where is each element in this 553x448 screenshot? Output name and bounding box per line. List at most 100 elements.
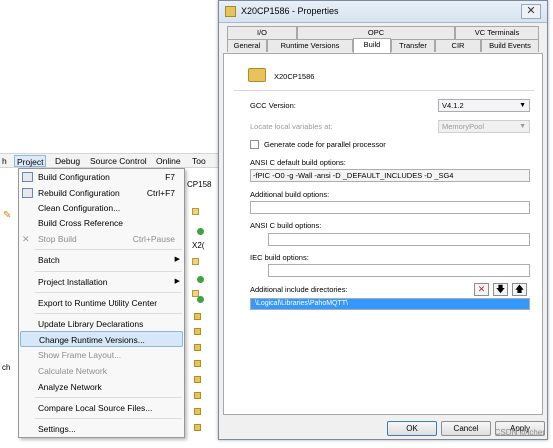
- menu-item-clean-configuration[interactable]: Clean Configuration...: [20, 200, 183, 216]
- additional-build-input[interactable]: [250, 201, 530, 214]
- include-dirs-label: Additional include directories:: [250, 285, 348, 294]
- delete-icon[interactable]: ✕: [474, 283, 489, 296]
- ide-window: h Project Debug Source Control Online To…: [0, 0, 218, 448]
- menu-item-label: Compare Local Source Files...: [38, 403, 153, 413]
- tree-status-dot-icon: [197, 228, 204, 235]
- tab-transfer[interactable]: Transfer: [391, 39, 435, 52]
- include-dir-item[interactable]: \Logical\Libraries\PahoMQTT\: [251, 299, 529, 309]
- menu-item-batch[interactable]: Batch ▶: [20, 252, 183, 268]
- include-dirs-list[interactable]: \Logical\Libraries\PahoMQTT\: [250, 298, 530, 310]
- menu-separator: [35, 292, 182, 293]
- menu-item-shortcut: Ctrl+F7: [146, 188, 175, 198]
- tab-build-events[interactable]: Build Events: [481, 39, 539, 52]
- arrow-up-icon[interactable]: 🡅: [512, 283, 527, 296]
- parallel-checkbox[interactable]: [250, 140, 259, 149]
- menu-item-build-cross-reference[interactable]: Build Cross Reference: [20, 215, 183, 231]
- tree-folder-icon: [194, 313, 201, 320]
- additional-build-label: Additional build options:: [250, 190, 330, 199]
- menu-item-settings[interactable]: Settings...: [20, 421, 183, 437]
- left-edge-text: ch: [2, 363, 11, 372]
- tree-folder-icon: [194, 344, 201, 351]
- menu-item-show-frame-layout[interactable]: Show Frame Layout...: [20, 347, 183, 363]
- tab-runtime-versions[interactable]: Runtime Versions: [267, 39, 353, 52]
- close-button[interactable]: ✕: [521, 4, 541, 19]
- menu-item-label: Rebuild Configuration: [38, 188, 120, 198]
- menu-item-label: Build Cross Reference: [38, 218, 124, 228]
- menubar-item-source-control[interactable]: Source Control: [88, 155, 149, 167]
- tree-status-dot-icon: [197, 276, 204, 283]
- tab-cir[interactable]: CIR: [435, 39, 481, 52]
- ansi-build-input[interactable]: [268, 233, 530, 246]
- menu-item-shortcut: Ctrl+Pause: [132, 234, 175, 244]
- tab-io[interactable]: I/O: [227, 26, 297, 39]
- tab-vc-terminals[interactable]: VC Terminals: [455, 26, 539, 39]
- menu-item-compare-local-source[interactable]: Compare Local Source Files...: [20, 400, 183, 416]
- menu-item-label: Stop Build: [38, 234, 77, 244]
- ok-button[interactable]: OK: [387, 421, 437, 436]
- tab-general[interactable]: General: [227, 39, 267, 52]
- project-menu-dropdown: Build Configuration F7 Rebuild Configura…: [18, 168, 185, 438]
- tree-folder-icon: [194, 376, 201, 383]
- ide-left-strip: ✎ ch: [0, 168, 18, 448]
- gcc-version-select[interactable]: V4.1.2 ▼: [438, 99, 530, 112]
- menubar-item-partial-left[interactable]: h: [0, 155, 7, 167]
- tree-file-icon: [192, 208, 199, 215]
- tree-file-icon: [192, 258, 199, 265]
- menu-bar: h Project Debug Source Control Online To…: [0, 153, 218, 168]
- submenu-arrow-icon: ▶: [174, 256, 180, 263]
- cpu-folder-icon: [248, 68, 266, 82]
- locate-vars-value: MemoryPool: [442, 122, 485, 131]
- arrow-down-icon[interactable]: 🡇: [493, 283, 508, 296]
- watermark: CSDN @lcher: [494, 428, 545, 437]
- menu-item-project-installation[interactable]: Project Installation ▶: [20, 274, 183, 290]
- menu-item-update-library[interactable]: Update Library Declarations: [20, 316, 183, 332]
- tree-folder-icon: [194, 392, 201, 399]
- menubar-item-tools[interactable]: Too: [190, 155, 208, 167]
- ansi-build-label: ANSI C build options:: [250, 221, 322, 230]
- menu-item-rebuild-configuration[interactable]: Rebuild Configuration Ctrl+F7: [20, 185, 183, 201]
- cpu-name: X20CP1586: [274, 72, 315, 81]
- menu-item-label: Analyze Network: [38, 382, 102, 392]
- folder-icon: [225, 6, 236, 17]
- menubar-item-debug[interactable]: Debug: [53, 155, 82, 167]
- menubar-item-project[interactable]: Project: [14, 155, 47, 167]
- dialog-title: X20CP1586 - Properties: [241, 6, 339, 16]
- menubar-item-online[interactable]: Online: [154, 155, 183, 167]
- properties-dialog: X20CP1586 - Properties ✕ I/O OPC VC Term…: [218, 0, 548, 440]
- menu-item-calculate-network[interactable]: Calculate Network: [20, 363, 183, 379]
- menu-item-build-configuration[interactable]: Build Configuration F7: [20, 169, 183, 185]
- x20-label-fragment: X2(: [192, 241, 205, 250]
- menu-separator: [35, 313, 182, 314]
- ansi-default-label: ANSI C default build options:: [250, 158, 346, 167]
- menu-item-label: Settings...: [38, 424, 76, 434]
- stop-build-icon: ✕: [22, 234, 30, 244]
- build-icon: [22, 172, 33, 182]
- menu-item-label: Update Library Declarations: [38, 319, 144, 329]
- chevron-down-icon: ▼: [519, 123, 526, 130]
- menu-item-label: Calculate Network: [38, 366, 107, 376]
- menu-item-export-runtime-utility[interactable]: Export to Runtime Utility Center: [20, 295, 183, 311]
- cancel-button[interactable]: Cancel: [441, 421, 491, 436]
- menu-separator: [35, 249, 182, 250]
- dialog-title-bar[interactable]: X20CP1586 - Properties ✕: [219, 1, 547, 23]
- header-divider: [234, 90, 534, 91]
- menu-item-label: Show Frame Layout...: [38, 350, 122, 360]
- menu-separator: [35, 397, 182, 398]
- gcc-version-value: V4.1.2: [442, 101, 464, 110]
- tree-folder-icon: [194, 360, 201, 367]
- chevron-down-icon: ▼: [519, 102, 526, 109]
- menu-item-label: Export to Runtime Utility Center: [38, 298, 158, 308]
- menu-item-label: Project Installation: [38, 277, 108, 287]
- iec-build-label: IEC build options:: [250, 253, 309, 262]
- tree-folder-icon: [194, 408, 201, 415]
- menu-item-stop-build[interactable]: ✕ Stop Build Ctrl+Pause: [20, 231, 183, 247]
- tree-folder-icon: [194, 328, 201, 335]
- menu-item-analyze-network[interactable]: Analyze Network: [20, 379, 183, 395]
- ansi-default-field: -fPIC -O0 -g -Wall -ansi -D _DEFAULT_INC…: [250, 169, 530, 182]
- locate-vars-select[interactable]: MemoryPool ▼: [438, 120, 530, 133]
- build-tab-page: X20CP1586 GCC Version: V4.1.2 ▼ Locate l…: [223, 53, 543, 415]
- menu-item-label: Batch: [38, 255, 60, 265]
- menu-item-change-runtime-versions[interactable]: Change Runtime Versions...: [20, 331, 183, 347]
- iec-build-input[interactable]: [268, 264, 530, 277]
- tab-build[interactable]: Build: [353, 38, 391, 53]
